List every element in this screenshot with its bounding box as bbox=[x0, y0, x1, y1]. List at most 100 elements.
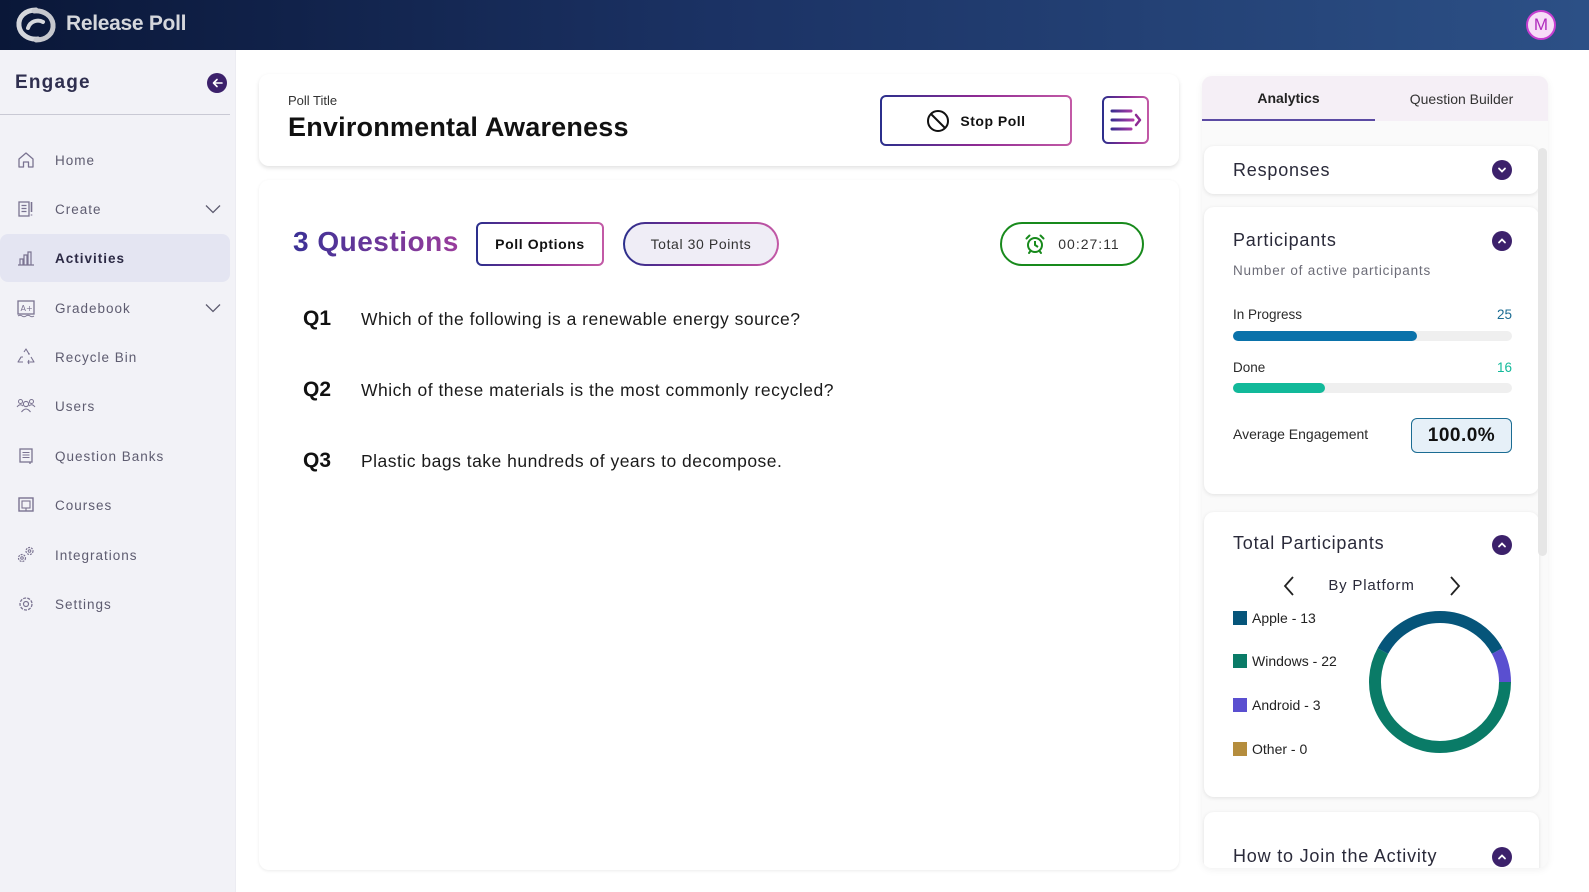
legend-label: Windows - 22 bbox=[1252, 653, 1337, 669]
sidebar-item-label: Question Banks bbox=[55, 448, 165, 464]
chevron-down-icon[interactable] bbox=[205, 204, 221, 214]
done-label: Done bbox=[1233, 360, 1266, 375]
sidebar-item-label: Settings bbox=[55, 596, 112, 612]
chevron-up-icon bbox=[1498, 854, 1506, 860]
total-participants-card: Total Participants By Platform Apple - 1… bbox=[1204, 512, 1539, 797]
legend-swatch bbox=[1233, 654, 1247, 668]
donut-slice-apple[interactable] bbox=[1377, 611, 1503, 655]
sidebar-item-gradebook[interactable]: A+ Gradebook bbox=[0, 284, 230, 332]
poll-title: Environmental Awareness bbox=[288, 112, 629, 142]
arrow-left-icon bbox=[212, 78, 223, 88]
sidebar-item-label: Courses bbox=[55, 497, 113, 513]
panel-tabs: Analytics Question Builder bbox=[1202, 76, 1548, 121]
sidebar-item-recycle-bin[interactable]: Recycle Bin bbox=[0, 333, 230, 381]
sidebar-item-label: Users bbox=[55, 398, 96, 414]
stop-poll-label: Stop Poll bbox=[960, 112, 1026, 129]
legend-item-android: Android - 3 bbox=[1233, 697, 1320, 713]
in-progress-bar-fill bbox=[1233, 331, 1418, 341]
in-progress-label: In Progress bbox=[1233, 307, 1303, 322]
done-bar bbox=[1233, 383, 1512, 393]
legend-item-other: Other - 0 bbox=[1233, 741, 1307, 757]
create-icon bbox=[18, 201, 33, 217]
questions-panel: 3 Questions Poll Options Total 30 Points… bbox=[259, 180, 1179, 870]
collapse-participants-button[interactable] bbox=[1492, 231, 1512, 251]
sidebar-item-activities[interactable]: Activities bbox=[0, 234, 230, 282]
in-progress-bar bbox=[1233, 331, 1512, 341]
recycle-icon bbox=[17, 348, 35, 365]
sidebar-item-label: Recycle Bin bbox=[55, 349, 138, 365]
integrations-icon bbox=[17, 546, 34, 563]
sidebar-item-create[interactable]: Create bbox=[0, 185, 230, 233]
sidebar-divider bbox=[0, 114, 230, 115]
question-number: Q1 bbox=[303, 307, 332, 330]
participants-card: Participants Number of active participan… bbox=[1204, 207, 1539, 494]
collapse-sidebar-button[interactable] bbox=[207, 73, 227, 93]
legend-item-windows: Windows - 22 bbox=[1233, 653, 1337, 669]
in-progress-value: 25 bbox=[1496, 307, 1512, 322]
legend-label: Other - 0 bbox=[1252, 741, 1308, 757]
done-value: 16 bbox=[1496, 360, 1512, 375]
sidebar-item-label: Gradebook bbox=[55, 300, 131, 316]
logo-icon bbox=[16, 7, 56, 43]
done-bar-fill bbox=[1233, 383, 1326, 393]
collapse-menu-icon bbox=[1110, 109, 1141, 131]
responses-title: Responses bbox=[1233, 160, 1331, 180]
legend-swatch bbox=[1233, 611, 1247, 625]
donut-slice-android[interactable] bbox=[1491, 648, 1511, 683]
sidebar: Engage Home Create Activities A+ Gradebo… bbox=[0, 50, 236, 892]
collapse-how-to-join-button[interactable] bbox=[1492, 847, 1512, 867]
question-item[interactable]: Q2 Which of these materials is the most … bbox=[303, 378, 834, 402]
sidebar-item-home[interactable]: Home bbox=[0, 136, 230, 184]
question-text: Which of these materials is the most com… bbox=[361, 380, 834, 400]
sidebar-item-label: Integrations bbox=[55, 547, 138, 563]
chevron-down-icon[interactable] bbox=[205, 303, 221, 313]
chevron-down-icon bbox=[1498, 167, 1506, 173]
courses-icon bbox=[18, 497, 34, 512]
legend-label: Apple - 13 bbox=[1252, 610, 1316, 626]
analytics-scrollbar[interactable] bbox=[1538, 148, 1547, 556]
stop-poll-button[interactable]: Stop Poll bbox=[880, 95, 1072, 146]
question-item[interactable]: Q3 Plastic bags take hundreds of years t… bbox=[303, 449, 782, 473]
users-icon bbox=[16, 399, 36, 413]
svg-text:A+: A+ bbox=[21, 304, 33, 313]
legend-swatch bbox=[1233, 742, 1247, 756]
question-text: Plastic bags take hundreds of years to d… bbox=[361, 451, 783, 471]
question-count: 3 Questions bbox=[293, 226, 459, 257]
collapse-total-participants-button[interactable] bbox=[1492, 535, 1512, 555]
expand-responses-button[interactable] bbox=[1492, 160, 1512, 180]
legend-label: Android - 3 bbox=[1252, 697, 1321, 713]
responses-card: Responses bbox=[1204, 146, 1539, 194]
total-points-badge: Total 30 Points bbox=[623, 222, 779, 266]
legend-swatch bbox=[1233, 698, 1247, 712]
sidebar-item-courses[interactable]: Courses bbox=[0, 481, 230, 529]
user-avatar[interactable]: M bbox=[1526, 10, 1556, 40]
question-text: Which of the following is a renewable en… bbox=[361, 309, 801, 329]
sidebar-section-title: Engage bbox=[15, 72, 91, 93]
question-number: Q2 bbox=[303, 378, 332, 401]
gradebook-icon: A+ bbox=[17, 300, 35, 318]
platform-switcher: By Platform bbox=[1204, 574, 1539, 598]
tab-analytics[interactable]: Analytics bbox=[1202, 76, 1375, 121]
sidebar-item-label: Create bbox=[55, 201, 102, 217]
chevron-up-icon bbox=[1498, 238, 1506, 244]
sidebar-item-integrations[interactable]: Integrations bbox=[0, 531, 230, 579]
poll-timer: 00:27:11 bbox=[1000, 222, 1144, 266]
sidebar-item-users[interactable]: Users bbox=[0, 382, 230, 430]
chevron-right-icon[interactable] bbox=[1445, 574, 1465, 598]
analytics-panel: Analytics Question Builder Responses Par… bbox=[1202, 76, 1548, 868]
participants-title: Participants bbox=[1233, 230, 1337, 250]
sidebar-item-question-banks[interactable]: Question Banks bbox=[0, 432, 230, 480]
top-bar: Release Poll M bbox=[0, 0, 1589, 50]
participants-subtitle: Number of active participants bbox=[1233, 263, 1432, 278]
sidebar-item-settings[interactable]: Settings bbox=[0, 580, 230, 628]
bar-chart-icon bbox=[18, 251, 34, 266]
question-item[interactable]: Q1 Which of the following is a renewable… bbox=[303, 307, 800, 331]
tab-question-builder[interactable]: Question Builder bbox=[1375, 76, 1548, 121]
poll-title-label: Poll Title bbox=[288, 93, 338, 108]
toggle-panel-button[interactable] bbox=[1102, 96, 1149, 144]
poll-options-button[interactable]: Poll Options bbox=[476, 222, 604, 266]
avg-engagement-label: Average Engagement bbox=[1233, 426, 1369, 442]
donut-slice-windows[interactable] bbox=[1369, 648, 1511, 753]
how-to-join-card: How to Join the Activity bbox=[1204, 812, 1539, 868]
chevron-up-icon bbox=[1498, 542, 1506, 548]
